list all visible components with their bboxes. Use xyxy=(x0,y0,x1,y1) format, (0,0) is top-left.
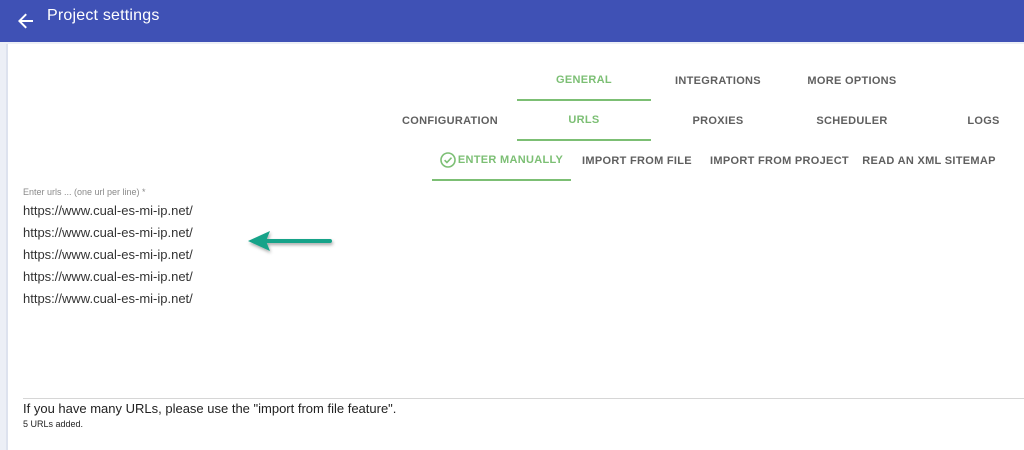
tab-label: IMPORT FROM FILE xyxy=(582,155,692,167)
tab-logs[interactable]: LOGS xyxy=(919,101,1024,141)
tab-urls[interactable]: URLS xyxy=(517,101,651,141)
tab-label: SCHEDULER xyxy=(816,115,888,127)
url-line: https://www.cual-es-mi-ip.net/ xyxy=(23,269,193,284)
url-line: https://www.cual-es-mi-ip.net/ xyxy=(23,203,193,218)
tab-label: URLS xyxy=(568,114,600,126)
page-title: Project settings xyxy=(47,7,160,24)
tab-proxies[interactable]: PROXIES xyxy=(651,101,785,141)
import-hint-text: If you have many URLs, please use the "i… xyxy=(23,401,397,416)
urls-field-label: Enter urls ... (one url per line) * xyxy=(23,187,146,197)
tab-label: IMPORT FROM PROJECT xyxy=(710,155,849,167)
urls-count: 5 URLs added. xyxy=(23,419,84,429)
tab-import-from-project[interactable]: IMPORT FROM PROJECT xyxy=(704,141,855,181)
tab-configuration[interactable]: CONFIGURATION xyxy=(383,101,517,141)
tab-label: INTEGRATIONS xyxy=(675,75,761,87)
tab-label: PROXIES xyxy=(692,115,744,127)
tab-general[interactable]: GENERAL xyxy=(517,61,651,101)
arrow-left-icon xyxy=(248,231,332,251)
url-line: https://www.cual-es-mi-ip.net/ xyxy=(23,247,193,262)
url-line: https://www.cual-es-mi-ip.net/ xyxy=(23,225,193,240)
tab-label: READ AN XML SITEMAP xyxy=(862,155,996,167)
tab-label: GENERAL xyxy=(556,74,612,86)
field-underline xyxy=(23,398,1024,399)
url-line: https://www.cual-es-mi-ip.net/ xyxy=(23,291,193,306)
tab-enter-manually[interactable]: ENTER MANUALLY xyxy=(432,141,571,181)
tab-import-from-file[interactable]: IMPORT FROM FILE xyxy=(575,141,699,181)
tab-read-xml-sitemap[interactable]: READ AN XML SITEMAP xyxy=(857,141,1001,181)
urls-textarea[interactable]: https://www.cual-es-mi-ip.net/ https://w… xyxy=(23,200,1003,395)
app-header: Project settings xyxy=(0,0,1024,42)
tab-label: CONFIGURATION xyxy=(402,115,498,127)
check-circle-icon xyxy=(440,152,456,168)
tab-label: ENTER MANUALLY xyxy=(457,154,564,166)
back-button[interactable] xyxy=(10,5,42,37)
arrow-back-icon xyxy=(18,13,33,29)
tab-integrations[interactable]: INTEGRATIONS xyxy=(651,61,785,101)
tab-label: LOGS xyxy=(967,115,1000,127)
tab-scheduler[interactable]: SCHEDULER xyxy=(785,101,919,141)
tab-label: MORE OPTIONS xyxy=(807,75,897,87)
tab-more-options[interactable]: MORE OPTIONS xyxy=(785,61,919,101)
